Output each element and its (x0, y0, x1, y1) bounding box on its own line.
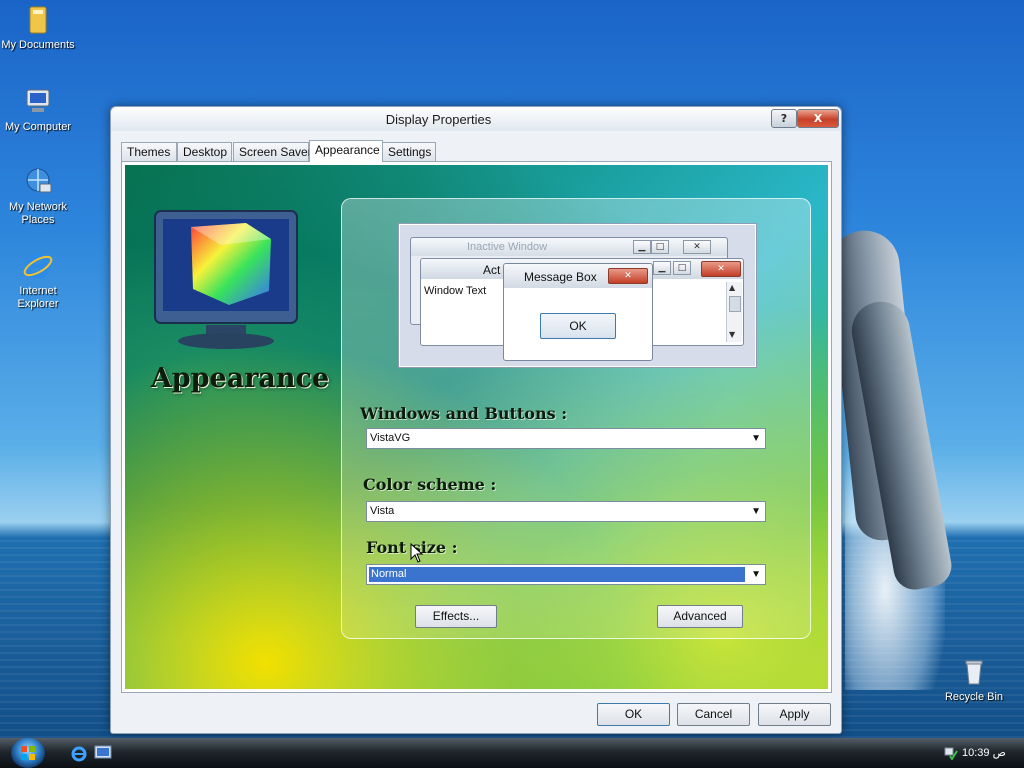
close-icon: ✕ (701, 261, 741, 277)
maximize-icon: □ (673, 261, 691, 275)
desktop-icon-label: My Network Places (8, 201, 68, 226)
chevron-down-icon[interactable]: ▼ (751, 429, 761, 448)
color-scheme-value: Vista (370, 505, 395, 517)
network-icon (26, 168, 52, 193)
advanced-button[interactable]: Advanced (657, 605, 743, 628)
desktop-icon-recycle-bin[interactable]: Recycle Bin (934, 656, 1014, 704)
close-icon: X (813, 112, 823, 125)
start-button[interactable] (11, 738, 45, 768)
mouse-cursor-icon (410, 543, 424, 563)
tab-desktop[interactable]: Desktop (177, 142, 232, 161)
tab-screen-saver[interactable]: Screen Saver (233, 142, 312, 161)
close-icon: ✕ (608, 268, 648, 284)
desktop-icon-my-computer[interactable]: My Computer (0, 86, 78, 134)
tab-themes[interactable]: Themes (121, 142, 177, 161)
cancel-button[interactable]: Cancel (677, 703, 750, 726)
preview-message-box: Message Box ✕ OK (503, 263, 653, 361)
folder-icon (29, 6, 47, 34)
display-properties-window: Display Properties ? X Themes Desktop Sc… (110, 106, 842, 734)
scroll-down-icon: ▼ (729, 330, 736, 339)
close-button[interactable]: X (797, 109, 839, 128)
appearance-heading: Appearance (150, 363, 330, 394)
preview-window-text: Window Text (424, 285, 487, 297)
title-bar[interactable]: Display Properties ? X (111, 107, 841, 131)
chevron-down-icon[interactable]: ▼ (751, 565, 761, 584)
appearance-background: Appearance Inactive Window ▁ □ ✕ Act ▁ □… (125, 165, 828, 689)
desktop-icon-label: My Documents (1, 39, 75, 51)
desktop-icon-label: Internet Explorer (17, 285, 59, 310)
windows-and-buttons-value: VistaVG (370, 432, 411, 444)
desktop-icon-my-documents[interactable]: My Documents (0, 4, 78, 52)
desktop-icon-label: Recycle Bin (944, 691, 1004, 703)
font-size-value: Normal (369, 567, 745, 582)
chevron-down-icon[interactable]: ▼ (751, 502, 761, 521)
recycle-bin-icon (965, 660, 983, 685)
desktop-icon-internet-explorer[interactable]: Internet Explorer (0, 250, 78, 311)
font-size-select[interactable]: Normal ▼ (366, 564, 766, 585)
clock[interactable]: 10:39 ص (962, 746, 1006, 759)
taskbar: 10:39 ص (0, 738, 1024, 768)
preview-active-title: Act (483, 263, 501, 277)
minimize-icon: ▁ (633, 240, 651, 254)
scroll-up-icon: ▲ (729, 283, 736, 292)
help-button[interactable]: ? (771, 109, 797, 128)
preview-ok-button: OK (540, 313, 616, 339)
network-status-icon[interactable] (944, 746, 958, 760)
close-icon: ✕ (683, 240, 711, 254)
windows-logo-icon (21, 746, 35, 760)
appearance-settings-panel: Inactive Window ▁ □ ✕ Act ▁ □ ✕ Window T… (341, 198, 811, 639)
show-desktop-icon[interactable] (94, 745, 112, 761)
internet-explorer-icon (23, 253, 53, 279)
ok-button[interactable]: OK (597, 703, 670, 726)
window-title: Display Properties (385, 112, 492, 127)
color-scheme-label: Color scheme : (363, 475, 497, 494)
scroll-thumb (729, 296, 741, 312)
computer-icon (26, 89, 50, 112)
desktop-icon-my-network-places[interactable]: My Network Places (0, 166, 78, 227)
preview-message-box-title: Message Box (524, 270, 597, 284)
minimize-icon: ▁ (653, 261, 671, 275)
windows-and-buttons-label: Windows and Buttons : (360, 404, 568, 423)
internet-explorer-icon[interactable] (70, 745, 88, 763)
color-scheme-select[interactable]: Vista ▼ (366, 501, 766, 522)
maximize-icon: □ (651, 240, 669, 254)
apply-button[interactable]: Apply (758, 703, 831, 726)
appearance-preview: Inactive Window ▁ □ ✕ Act ▁ □ ✕ Window T… (398, 223, 757, 368)
preview-inactive-titlebar: Inactive Window ▁ □ ✕ (411, 238, 727, 256)
desktop-icon-label: My Computer (4, 121, 72, 133)
tab-appearance[interactable]: Appearance (309, 140, 383, 162)
preview-scrollbar: ▲ ▼ (726, 282, 742, 342)
tab-settings[interactable]: Settings (382, 142, 436, 161)
preview-message-box-titlebar: Message Box ✕ (504, 264, 652, 288)
effects-button[interactable]: Effects... (415, 605, 497, 628)
appearance-tab-panel: Appearance Inactive Window ▁ □ ✕ Act ▁ □… (121, 161, 832, 693)
preview-inactive-title: Inactive Window (467, 241, 548, 253)
windows-and-buttons-select[interactable]: VistaVG ▼ (366, 428, 766, 449)
monitor-icon (154, 210, 298, 349)
